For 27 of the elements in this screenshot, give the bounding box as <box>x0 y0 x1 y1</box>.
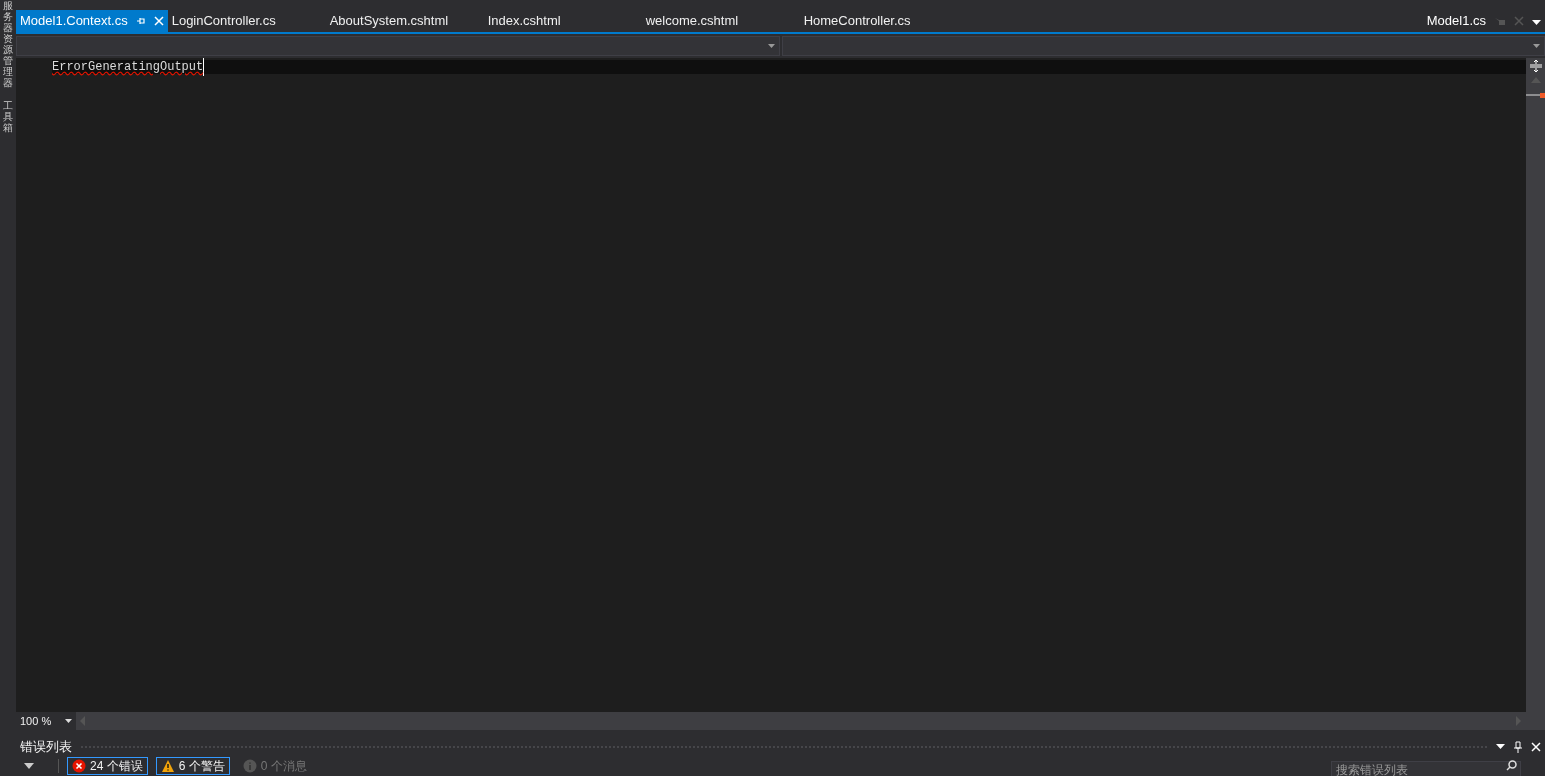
code-editor[interactable]: ErrorGeneratingOutput <box>34 58 1526 712</box>
document-tab[interactable]: LoginController.cs <box>167 10 326 32</box>
filter-toggle[interactable]: 24 个错误 <box>67 757 148 775</box>
caret-icon <box>767 44 775 48</box>
filter-icon[interactable] <box>24 763 34 769</box>
zoom-dropdown[interactable]: 100 % <box>16 712 76 730</box>
filter-toggle[interactable]: 6 个警告 <box>155 757 230 775</box>
warning-icon <box>160 759 175 773</box>
pin-icon[interactable] <box>1513 741 1523 753</box>
error-icon <box>72 759 86 773</box>
dropdown-icon[interactable] <box>1496 744 1505 750</box>
document-tab[interactable]: welcome.cshtml <box>641 10 800 32</box>
side-tab[interactable]: 服务器资源管理器 <box>3 0 13 88</box>
document-tab[interactable]: AboutSystem.cshtml <box>325 10 484 32</box>
side-tab[interactable]: 工具箱 <box>3 100 13 133</box>
document-tab[interactable]: Index.cshtml <box>483 10 642 32</box>
info-icon <box>242 759 257 773</box>
panel-title: 错误列表 <box>20 738 72 757</box>
document-tab[interactable]: HomeController.cs <box>799 10 958 32</box>
caret-icon <box>65 719 72 723</box>
search-field[interactable]: 搜索错误列表 <box>1331 761 1521 776</box>
caret-icon <box>1533 44 1540 48</box>
search-icon[interactable] <box>1506 760 1517 771</box>
split-icon[interactable] <box>1528 59 1543 73</box>
dropdown-icon[interactable] <box>1532 20 1541 26</box>
error-marker-icon <box>1526 93 1545 98</box>
code-line: ErrorGeneratingOutput <box>52 58 205 76</box>
